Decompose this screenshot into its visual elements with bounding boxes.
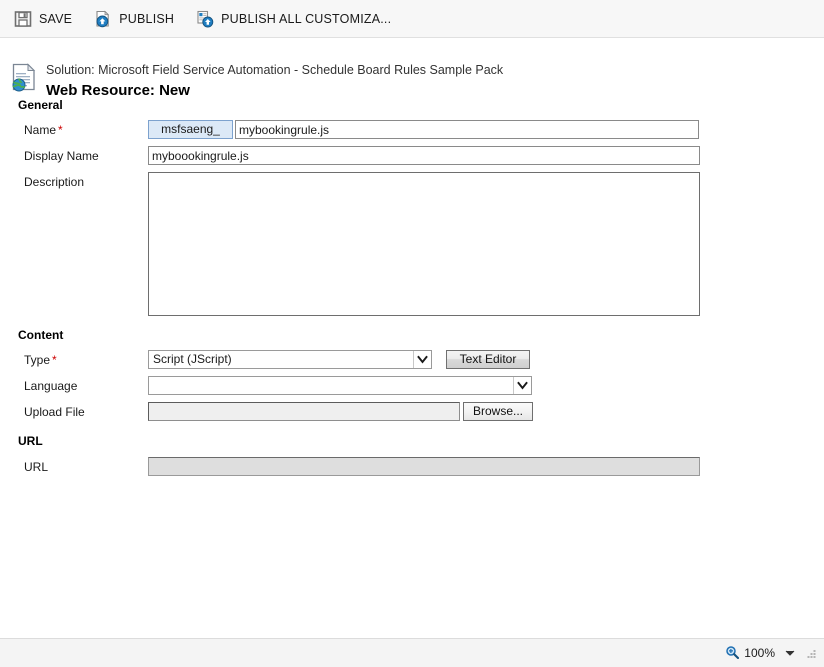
publish-all-customizations-button[interactable]: PUBLISH ALL CUSTOMIZA... xyxy=(196,6,391,32)
field-row-display-name: Display Name xyxy=(24,146,824,165)
resize-grip-icon[interactable] xyxy=(805,647,818,660)
field-row-name: Name * msfsaeng_ xyxy=(24,120,824,139)
zoom-control[interactable]: 100% xyxy=(725,645,795,662)
type-select-value: Script (JScript) xyxy=(153,352,232,366)
url-input xyxy=(148,457,700,476)
publish-button-label: PUBLISH xyxy=(119,11,175,26)
section-header-url: URL xyxy=(18,434,43,448)
language-select[interactable] xyxy=(148,376,532,395)
field-row-upload-file: Upload File Browse... xyxy=(24,402,824,421)
save-button-label: SAVE xyxy=(39,11,73,26)
text-editor-button[interactable]: Text Editor xyxy=(446,350,530,369)
name-input[interactable] xyxy=(235,120,699,139)
language-label: Language xyxy=(24,379,78,393)
name-required-asterisk: * xyxy=(58,123,63,137)
command-bar: SAVE PUBLISH PUBLISH ALL CUSTOMIZA... xyxy=(0,0,824,38)
save-button[interactable]: SAVE xyxy=(14,6,72,32)
chevron-down-icon[interactable] xyxy=(513,377,531,394)
type-select[interactable]: Script (JScript) xyxy=(148,350,432,369)
field-row-url: URL xyxy=(24,457,824,476)
chevron-down-icon[interactable] xyxy=(785,646,795,660)
publish-all-customizations-icon xyxy=(196,10,214,28)
description-label: Description xyxy=(24,175,85,189)
upload-file-label: Upload File xyxy=(24,405,85,419)
publish-all-customizations-label: PUBLISH ALL CUSTOMIZA... xyxy=(221,11,392,26)
magnifier-icon xyxy=(725,645,740,662)
name-label-text: Name xyxy=(24,123,57,137)
page-header: Solution: Microsoft Field Service Automa… xyxy=(0,38,824,99)
web-resource-globe-document-icon xyxy=(10,62,38,92)
browse-button[interactable]: Browse... xyxy=(463,402,533,421)
zoom-level-label: 100% xyxy=(744,646,775,660)
section-header-general: General xyxy=(18,98,63,112)
display-name-input[interactable] xyxy=(148,146,700,165)
name-prefix-box[interactable]: msfsaeng_ xyxy=(148,120,233,139)
save-floppy-icon xyxy=(14,10,32,28)
solution-breadcrumb: Solution: Microsoft Field Service Automa… xyxy=(46,63,504,77)
field-row-type: Type * Script (JScript) Text Editor xyxy=(24,350,824,369)
header-text-block: Solution: Microsoft Field Service Automa… xyxy=(46,62,503,101)
url-label: URL xyxy=(24,460,49,474)
publish-button[interactable]: PUBLISH xyxy=(94,6,174,32)
type-required-asterisk: * xyxy=(52,353,57,367)
chevron-down-icon[interactable] xyxy=(413,351,431,368)
status-bar: 100% xyxy=(0,638,824,667)
name-label: Name * xyxy=(24,120,148,137)
publish-page-upload-icon xyxy=(94,10,112,28)
section-header-content: Content xyxy=(18,328,64,342)
upload-file-input[interactable] xyxy=(148,402,460,421)
type-label-text: Type xyxy=(24,353,51,367)
display-name-label: Display Name xyxy=(24,149,99,163)
description-textarea[interactable] xyxy=(148,172,700,316)
type-label: Type * xyxy=(24,350,148,367)
field-row-description: Description xyxy=(24,172,824,316)
field-row-language: Language xyxy=(24,376,824,395)
web-resource-form: General Name* msfsaeng_ Display Name Des… xyxy=(0,98,824,476)
